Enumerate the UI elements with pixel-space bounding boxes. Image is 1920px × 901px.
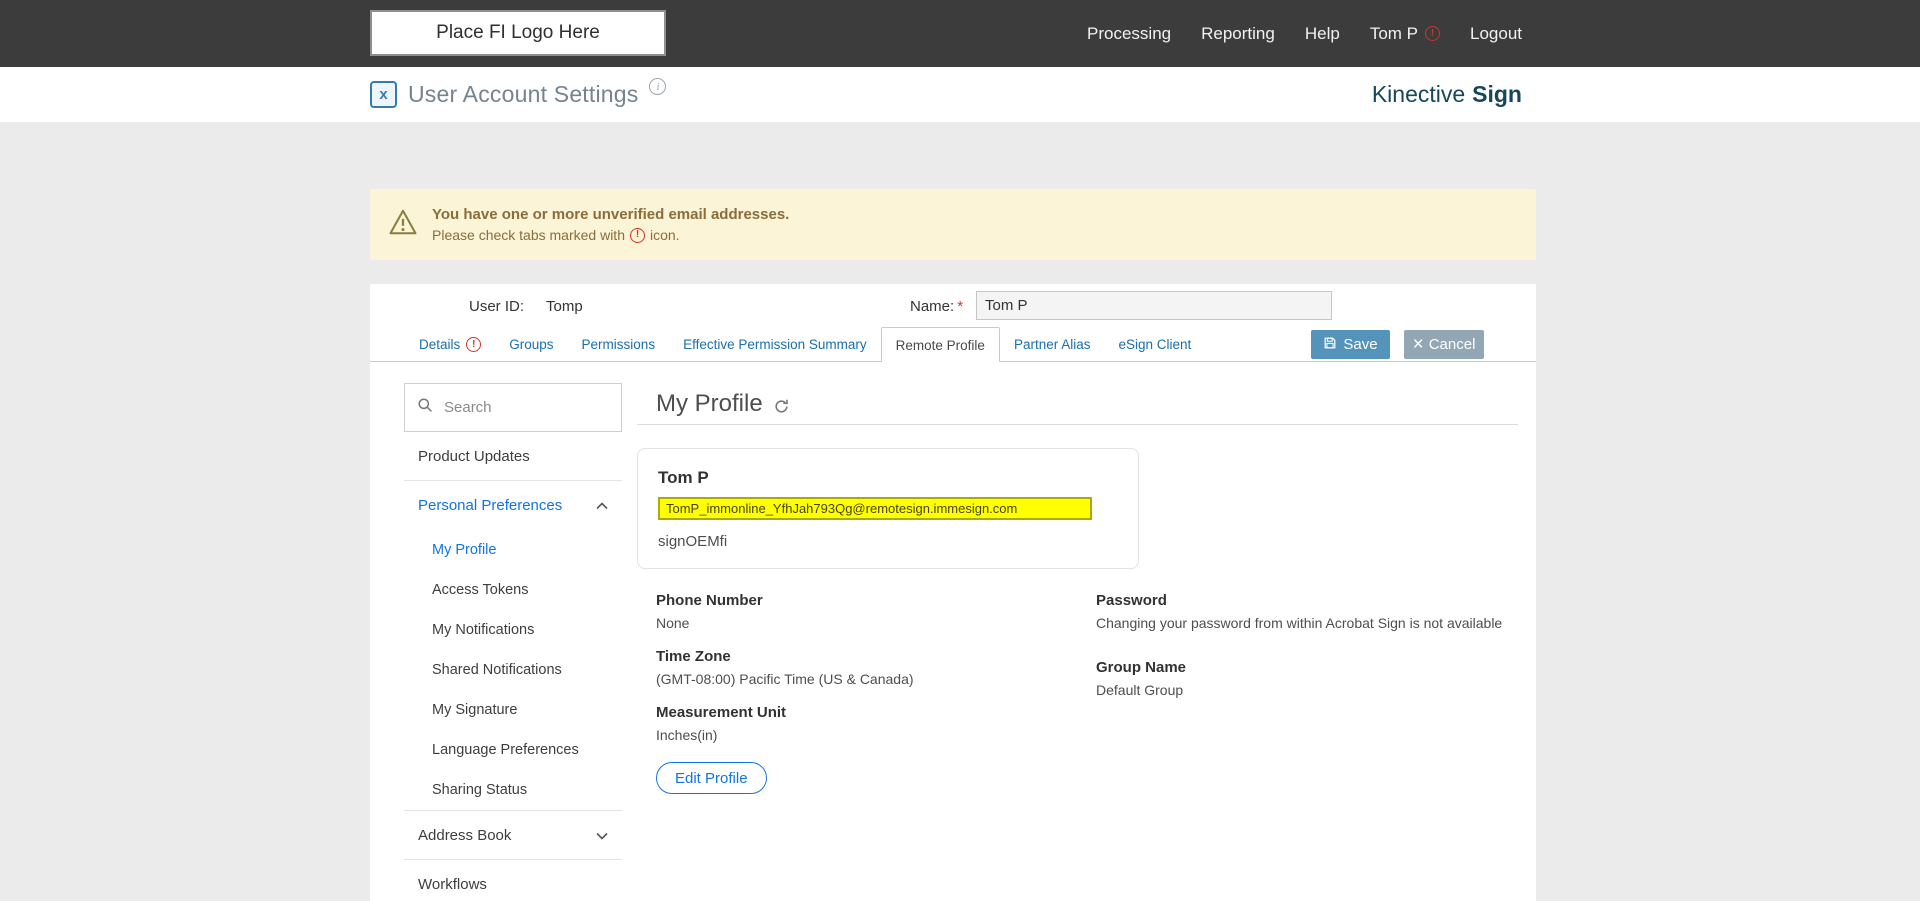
banner-subtitle: Please check tabs marked with ! icon. — [432, 227, 789, 243]
sidebar-subitem-shared-notifications[interactable]: Shared Notifications — [404, 650, 622, 690]
timezone-value: (GMT-08:00) Pacific Time (US & Canada) — [656, 671, 914, 687]
unit-value: Inches(in) — [656, 727, 718, 743]
top-nav-links: Processing Reporting Help Tom P ! Logout — [1087, 0, 1522, 67]
search-icon — [417, 397, 433, 418]
nav-user-label: Tom P — [1369, 23, 1418, 43]
nav-help[interactable]: Help — [1305, 24, 1340, 44]
page: Place FI Logo Here Processing Reporting … — [0, 0, 1920, 901]
sidebar-search-box — [404, 383, 622, 432]
banner-title: You have one or more unverified email ad… — [432, 206, 790, 223]
user-settings-icon: x — [370, 81, 397, 108]
name-label: Name: * — [910, 298, 963, 315]
save-button-label: Save — [1343, 336, 1378, 353]
sidebar-item-workflows[interactable]: Workflows — [404, 860, 622, 901]
tab-bar: Details ! Groups Permissions Effective P… — [370, 327, 1536, 362]
panel-top-row: User ID: Tomp Name: * — [370, 284, 1536, 327]
sidebar-subitem-sharing-status[interactable]: Sharing Status — [404, 770, 622, 810]
profile-org: signOEMfi — [658, 533, 728, 550]
group-value: Default Group — [1096, 682, 1184, 698]
brand-logo: Kinective Sign — [1372, 67, 1522, 122]
brand-name: Kinective — [1371, 81, 1466, 107]
tab-details-label: Details — [419, 337, 461, 352]
tab-esign-client[interactable]: eSign Client — [1104, 327, 1205, 362]
page-header: x User Account Settings i Kinective Sign — [0, 67, 1920, 122]
profile-fields: Phone Number None Time Zone (GMT-08:00) … — [637, 592, 1518, 760]
field-phone: Phone Number None — [656, 592, 1096, 631]
search-input[interactable] — [442, 398, 609, 417]
tab-remote-profile[interactable]: Remote Profile — [880, 327, 1000, 362]
save-button[interactable]: Save — [1311, 330, 1390, 359]
sidebar-subitem-access-tokens[interactable]: Access Tokens — [404, 570, 622, 610]
refresh-icon[interactable] — [773, 398, 790, 415]
sidebar-item-label: Address Book — [418, 826, 512, 844]
tab-groups[interactable]: Groups — [495, 327, 567, 362]
user-id-value: Tomp — [546, 298, 583, 315]
sidebar-item-personal-preferences[interactable]: Personal Preferences — [404, 481, 622, 530]
group-label: Group Name — [1096, 659, 1187, 676]
details-warning-icon: ! — [466, 337, 482, 352]
profile-name: Tom P — [658, 468, 709, 487]
info-icon[interactable]: i — [649, 78, 667, 95]
password-label: Password — [1096, 592, 1167, 609]
sidebar-subitem-my-notifications[interactable]: My Notifications — [404, 610, 622, 650]
name-label-text: Name: — [910, 298, 955, 315]
save-icon — [1323, 336, 1337, 354]
cancel-x-icon: × — [1412, 334, 1424, 355]
tab-partner-alias[interactable]: Partner Alias — [1000, 327, 1105, 362]
unit-label: Measurement Unit — [656, 704, 787, 721]
sidebar-item-label: Personal Preferences — [418, 497, 563, 514]
fields-right-column: Password Changing your password from wit… — [1096, 592, 1518, 760]
top-navbar: Place FI Logo Here Processing Reporting … — [0, 0, 1920, 67]
profile-content-header: My Profile — [637, 383, 1518, 425]
warning-banner: You have one or more unverified email ad… — [370, 189, 1536, 260]
sidebar-subitem-language-preferences[interactable]: Language Preferences — [404, 730, 622, 770]
field-group-name: Group Name Default Group — [1096, 659, 1518, 698]
user-id-label: User ID: — [469, 298, 525, 315]
password-value: Changing your password from within Acrob… — [1096, 615, 1503, 631]
field-measurement-unit: Measurement Unit Inches(in) — [656, 704, 1096, 743]
cancel-button-label: Cancel — [1428, 336, 1476, 353]
required-asterisk: * — [957, 298, 964, 315]
profile-email-highlighted: TomP_immonline_YfhJah793Qg@remotesign.im… — [658, 497, 1092, 520]
banner-text: You have one or more unverified email ad… — [432, 206, 789, 243]
nav-reporting[interactable]: Reporting — [1201, 24, 1275, 44]
name-input[interactable] — [976, 291, 1332, 320]
field-password: Password Changing your password from wit… — [1096, 592, 1518, 631]
user-warning-icon: ! — [1425, 26, 1440, 41]
fi-logo-placeholder: Place FI Logo Here — [370, 10, 666, 56]
phone-label: Phone Number — [656, 592, 763, 609]
phone-value: None — [656, 615, 690, 631]
field-timezone: Time Zone (GMT-08:00) Pacific Time (US &… — [656, 648, 1096, 687]
edit-profile-button[interactable]: Edit Profile — [656, 762, 767, 794]
sidebar-item-product-updates[interactable]: Product Updates — [404, 432, 622, 481]
banner-subtitle-prefix: Please check tabs marked with — [432, 227, 625, 243]
nav-processing[interactable]: Processing — [1087, 24, 1171, 44]
sidebar-subitem-my-signature[interactable]: My Signature — [404, 690, 622, 730]
cancel-button[interactable]: × Cancel — [1404, 330, 1484, 359]
sidebar-item-address-book[interactable]: Address Book — [404, 811, 622, 860]
nav-user[interactable]: Tom P ! — [1370, 24, 1440, 44]
profile-card: Tom P TomP_immonline_YfhJah793Qg@remotes… — [637, 448, 1139, 569]
tab-effective-permission-summary[interactable]: Effective Permission Summary — [669, 327, 881, 362]
sidebar-subitem-my-profile[interactable]: My Profile — [404, 530, 622, 570]
tab-permissions[interactable]: Permissions — [568, 327, 670, 362]
personal-preferences-submenu: My Profile Access Tokens My Notification… — [404, 530, 622, 811]
page-header-left: x User Account Settings i — [370, 67, 667, 122]
profile-heading: My Profile — [656, 389, 763, 417]
banner-subtitle-suffix: icon. — [649, 227, 680, 243]
profile-content: My Profile Tom P TomP_immonline_YfhJah79… — [637, 383, 1518, 794]
chevron-up-icon — [596, 497, 608, 514]
warning-circle-icon: ! — [629, 227, 645, 243]
page-title: User Account Settings — [408, 81, 639, 107]
timezone-label: Time Zone — [656, 648, 731, 665]
tab-details[interactable]: Details ! — [405, 327, 495, 362]
fields-left-column: Phone Number None Time Zone (GMT-08:00) … — [656, 592, 1096, 760]
user-account-panel: User ID: Tomp Name:* Details ! Groups Pe… — [370, 284, 1536, 901]
profile-sidebar: Product Updates Personal Preferences My … — [404, 383, 622, 901]
chevron-down-icon — [596, 827, 608, 844]
nav-logout[interactable]: Logout — [1470, 24, 1522, 44]
warning-triangle-icon — [388, 208, 418, 241]
brand-suffix: Sign — [1472, 81, 1522, 107]
